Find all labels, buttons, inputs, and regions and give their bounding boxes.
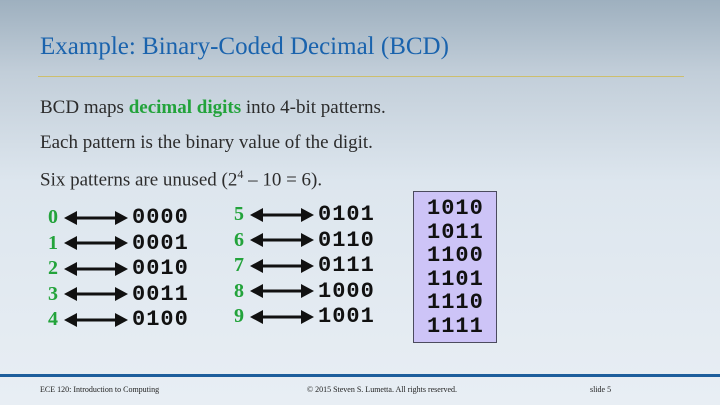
mapping-row: 7 0111 bbox=[234, 253, 375, 278]
decimal-digit: 6 bbox=[234, 228, 244, 251]
unused-pattern: 1101 bbox=[427, 266, 484, 292]
line-3-prefix: Six patterns are unused (2 bbox=[40, 169, 238, 191]
mapping-row: 8 1000 bbox=[234, 279, 375, 304]
slide: Example: Binary-Coded Decimal (BCD) BCD … bbox=[0, 0, 720, 405]
mapping-row: 9 1001 bbox=[234, 304, 375, 329]
unused-pattern: 1010 bbox=[427, 196, 484, 221]
line-1-prefix: BCD maps bbox=[40, 97, 129, 118]
line-3-suffix: – 10 = 6). bbox=[243, 169, 323, 191]
footer-copyright: © 2015 Steven S. Lumetta. All rights res… bbox=[307, 385, 458, 394]
line-1-suffix: into 4-bit patterns. bbox=[241, 97, 386, 118]
bullet-line-1: BCD maps decimal digits into 4-bit patte… bbox=[40, 97, 386, 119]
mapping-row: 2 0010 bbox=[48, 256, 189, 281]
bcd-code: 1001 bbox=[318, 304, 375, 329]
unused-pattern: 1111 bbox=[427, 313, 484, 339]
decimal-digit: 2 bbox=[48, 257, 58, 279]
bcd-code: 0000 bbox=[132, 205, 189, 230]
double-headed-arrow-icon bbox=[64, 261, 128, 276]
mapping-row: 6 0110 bbox=[234, 228, 375, 253]
decimal-digit: 3 bbox=[48, 282, 58, 305]
bullet-line-2: Each pattern is the binary value of the … bbox=[40, 132, 373, 153]
mapping-row: 5 0101 bbox=[234, 202, 375, 227]
unused-pattern: 1100 bbox=[427, 243, 484, 268]
double-headed-arrow-icon bbox=[250, 309, 314, 324]
footer-slide-number: slide 5 bbox=[590, 385, 612, 394]
double-headed-arrow-icon bbox=[250, 284, 314, 298]
decimal-digit: 7 bbox=[234, 254, 244, 276]
slide-title: Example: Binary-Coded Decimal (BCD) bbox=[40, 33, 449, 60]
mapping-row: 3 0011 bbox=[48, 282, 189, 307]
unused-patterns-box: 1010 1011 1100 1101 1110 1111 bbox=[413, 191, 497, 343]
double-headed-arrow-icon bbox=[64, 287, 128, 301]
decimal-digit: 8 bbox=[234, 279, 244, 302]
footer-course: ECE 120: Introduction to Computing bbox=[40, 385, 160, 394]
decimal-digit: 9 bbox=[234, 305, 244, 327]
bcd-code: 0011 bbox=[132, 281, 189, 307]
bcd-code: 1000 bbox=[318, 278, 375, 304]
decimal-digit: 5 bbox=[234, 203, 244, 225]
bcd-code: 0100 bbox=[132, 307, 189, 332]
bcd-code: 0111 bbox=[318, 253, 375, 278]
decimal-digit: 4 bbox=[48, 308, 58, 330]
double-headed-arrow-icon bbox=[250, 258, 314, 273]
footer-bar bbox=[0, 374, 720, 377]
mapping-row: 1 0001 bbox=[48, 231, 189, 256]
line-1-highlight: decimal digits bbox=[128, 97, 242, 118]
double-headed-arrow-icon bbox=[250, 207, 314, 222]
bcd-code: 0110 bbox=[318, 227, 375, 253]
bcd-code: 0101 bbox=[318, 202, 375, 227]
unused-pattern: 1110 bbox=[427, 290, 484, 315]
double-headed-arrow-icon bbox=[64, 312, 128, 327]
double-headed-arrow-icon bbox=[250, 233, 314, 247]
mapping-row: 4 0100 bbox=[48, 307, 189, 332]
bcd-code: 0010 bbox=[132, 256, 189, 281]
title-divider bbox=[38, 76, 684, 77]
bullet-line-3: Six patterns are unused (24 – 10 = 6). bbox=[40, 167, 322, 191]
decimal-digit: 0 bbox=[48, 206, 58, 228]
bcd-code: 0001 bbox=[132, 230, 189, 256]
decimal-digit: 1 bbox=[48, 231, 58, 254]
mapping-row: 0 0000 bbox=[48, 205, 189, 230]
double-headed-arrow-icon bbox=[64, 210, 128, 225]
double-headed-arrow-icon bbox=[64, 236, 128, 250]
unused-pattern: 1011 bbox=[427, 219, 484, 245]
